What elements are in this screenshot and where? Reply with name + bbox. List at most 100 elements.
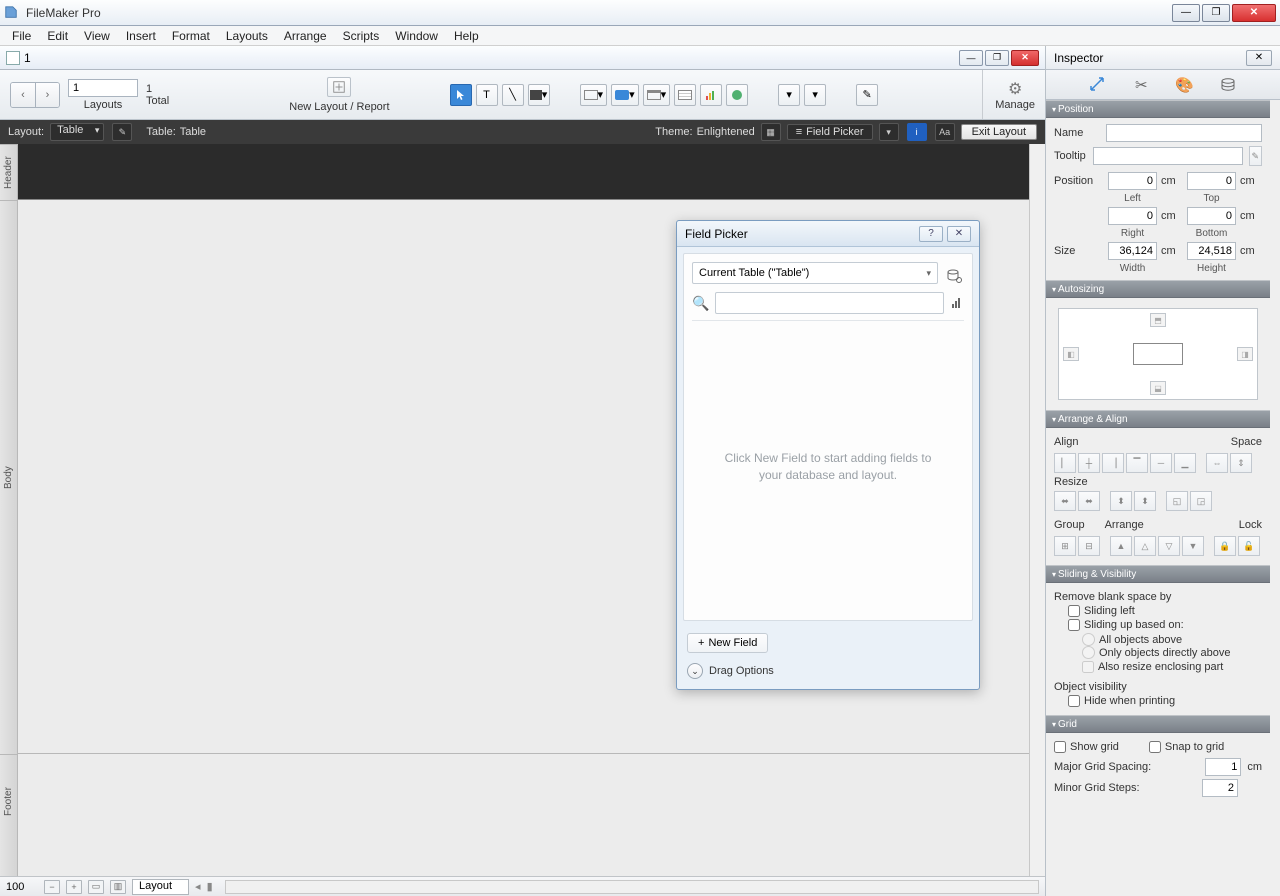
new-layout-button[interactable] <box>327 77 351 97</box>
snap-grid-checkbox[interactable] <box>1149 741 1161 753</box>
field-picker-help-button[interactable]: ? <box>919 226 943 242</box>
only-above-radio[interactable] <box>1082 646 1095 659</box>
inspector-tab-styles[interactable]: ✂ <box>1129 74 1153 96</box>
text-tool-button[interactable]: T <box>476 84 498 106</box>
manage-database-icon[interactable] <box>944 268 964 287</box>
sliding-left-checkbox[interactable] <box>1068 605 1080 617</box>
exit-layout-button[interactable]: Exit Layout <box>961 124 1037 140</box>
toggle-statusarea-button[interactable]: ▭ <box>88 880 104 894</box>
gear-icon[interactable]: ⚙ <box>1008 79 1022 99</box>
inspector-tab-data[interactable] <box>1216 74 1240 96</box>
top-input[interactable] <box>1187 172 1236 190</box>
ungroup-button[interactable]: ⊟ <box>1078 536 1100 556</box>
minor-grid-input[interactable] <box>1202 779 1238 797</box>
show-grid-checkbox[interactable] <box>1054 741 1066 753</box>
layout-selector[interactable]: Table <box>50 123 104 141</box>
resize-largest-w-button[interactable]: ⬌ <box>1078 491 1100 511</box>
name-input[interactable] <box>1106 124 1262 142</box>
menu-layouts[interactable]: Layouts <box>218 27 276 45</box>
toggle-parts-button[interactable]: ▥ <box>110 880 126 894</box>
menu-window[interactable]: Window <box>387 27 446 45</box>
anchor-left-button[interactable]: ◧ <box>1063 347 1079 361</box>
width-input[interactable] <box>1108 242 1157 260</box>
field-picker-close-button[interactable]: ✕ <box>947 226 971 242</box>
sliding-up-checkbox[interactable] <box>1068 619 1080 631</box>
part-footer-label[interactable]: Footer <box>0 754 17 848</box>
info-icon[interactable]: i <box>907 123 927 141</box>
window-maximize-button[interactable]: ❐ <box>1202 4 1230 22</box>
text-format-icon[interactable]: Aa <box>935 123 955 141</box>
distribute-v-button[interactable]: ⇕ <box>1230 453 1252 473</box>
mode-selector[interactable]: Layout <box>132 879 189 895</box>
menu-file[interactable]: File <box>4 27 39 45</box>
resize-largest-button[interactable]: ◲ <box>1190 491 1212 511</box>
bottom-input[interactable] <box>1187 207 1236 225</box>
menu-help[interactable]: Help <box>446 27 487 45</box>
right-input[interactable] <box>1108 207 1157 225</box>
also-resize-checkbox[interactable] <box>1082 661 1094 673</box>
hide-printing-checkbox[interactable] <box>1068 695 1080 707</box>
resize-smallest-w-button[interactable]: ⬌ <box>1054 491 1076 511</box>
menu-insert[interactable]: Insert <box>118 27 164 45</box>
button-tool-button[interactable]: ▾ <box>611 84 639 106</box>
pencil-icon[interactable]: ✎ <box>112 123 132 141</box>
selection-tool-button[interactable] <box>450 84 472 106</box>
zoom-in-button[interactable]: + <box>66 880 82 894</box>
anchor-right-button[interactable]: ◨ <box>1237 347 1253 361</box>
rectangle-tool-button[interactable]: ▾ <box>528 84 550 106</box>
major-grid-input[interactable] <box>1205 758 1241 776</box>
popover-tool-button[interactable]: ▾ <box>804 84 826 106</box>
vertical-scrollbar[interactable] <box>1029 144 1045 876</box>
hscroll-grip-icon[interactable]: ▮ <box>207 880 213 893</box>
align-left-button[interactable]: ▏ <box>1054 453 1076 473</box>
inspector-close-button[interactable]: ✕ <box>1246 50 1272 66</box>
menu-format[interactable]: Format <box>164 27 218 45</box>
device-icon[interactable]: ▾ <box>879 123 899 141</box>
doc-close-button[interactable]: ✕ <box>1011 50 1039 66</box>
resize-largest-h-button[interactable]: ⬍ <box>1134 491 1156 511</box>
left-input[interactable] <box>1108 172 1157 190</box>
zoom-out-button[interactable]: − <box>44 880 60 894</box>
menu-view[interactable]: View <box>76 27 118 45</box>
align-center-v-button[interactable]: ─ <box>1150 453 1172 473</box>
portal-tool-button[interactable] <box>674 84 696 106</box>
window-close-button[interactable]: ✕ <box>1232 4 1276 22</box>
align-center-h-button[interactable]: ┼ <box>1078 453 1100 473</box>
tooltip-input[interactable] <box>1093 147 1243 165</box>
group-button[interactable]: ⊞ <box>1054 536 1076 556</box>
next-layout-button[interactable]: › <box>35 83 59 107</box>
lock-button[interactable]: 🔒 <box>1214 536 1236 556</box>
part-header-label[interactable]: Header <box>0 144 17 200</box>
tooltip-edit-button[interactable]: ✎ <box>1249 146 1262 166</box>
zoom-value[interactable]: 100 <box>6 881 38 893</box>
webviewer-tool-button[interactable] <box>726 84 748 106</box>
part-body-label[interactable]: Body <box>0 200 17 754</box>
doc-maximize-button[interactable]: ❐ <box>985 50 1009 66</box>
unlock-button[interactable]: 🔓 <box>1238 536 1260 556</box>
sort-icon[interactable] <box>950 295 964 312</box>
send-backward-button[interactable]: ▽ <box>1158 536 1180 556</box>
field-picker-table-selector[interactable]: Current Table ("Table") <box>692 262 938 284</box>
horizontal-scrollbar[interactable] <box>225 880 1039 894</box>
line-tool-button[interactable]: ╲ <box>502 84 524 106</box>
window-minimize-button[interactable]: — <box>1172 4 1200 22</box>
field-picker-search-input[interactable] <box>715 292 944 314</box>
anchor-top-button[interactable]: ⬒ <box>1150 313 1166 327</box>
layout-number-input[interactable] <box>68 79 138 97</box>
menu-edit[interactable]: Edit <box>39 27 76 45</box>
section-grid-header[interactable]: Grid <box>1046 715 1270 733</box>
field-control-button[interactable]: ▾ <box>778 84 800 106</box>
height-input[interactable] <box>1187 242 1236 260</box>
tab-tool-button[interactable]: ▾ <box>643 84 671 106</box>
align-bottom-button[interactable]: ▁ <box>1174 453 1196 473</box>
bring-front-button[interactable]: ▲ <box>1110 536 1132 556</box>
bring-forward-button[interactable]: △ <box>1134 536 1156 556</box>
doc-minimize-button[interactable]: — <box>959 50 983 66</box>
distribute-h-button[interactable]: ⇔ <box>1206 453 1228 473</box>
section-position-header[interactable]: Position <box>1046 100 1270 118</box>
inspector-tab-position[interactable] <box>1086 74 1110 96</box>
anchor-bottom-button[interactable]: ⬓ <box>1150 381 1166 395</box>
inspector-tab-appearance[interactable]: 🎨 <box>1173 74 1197 96</box>
resize-smallest-h-button[interactable]: ⬍ <box>1110 491 1132 511</box>
header-part[interactable] <box>18 144 1029 200</box>
